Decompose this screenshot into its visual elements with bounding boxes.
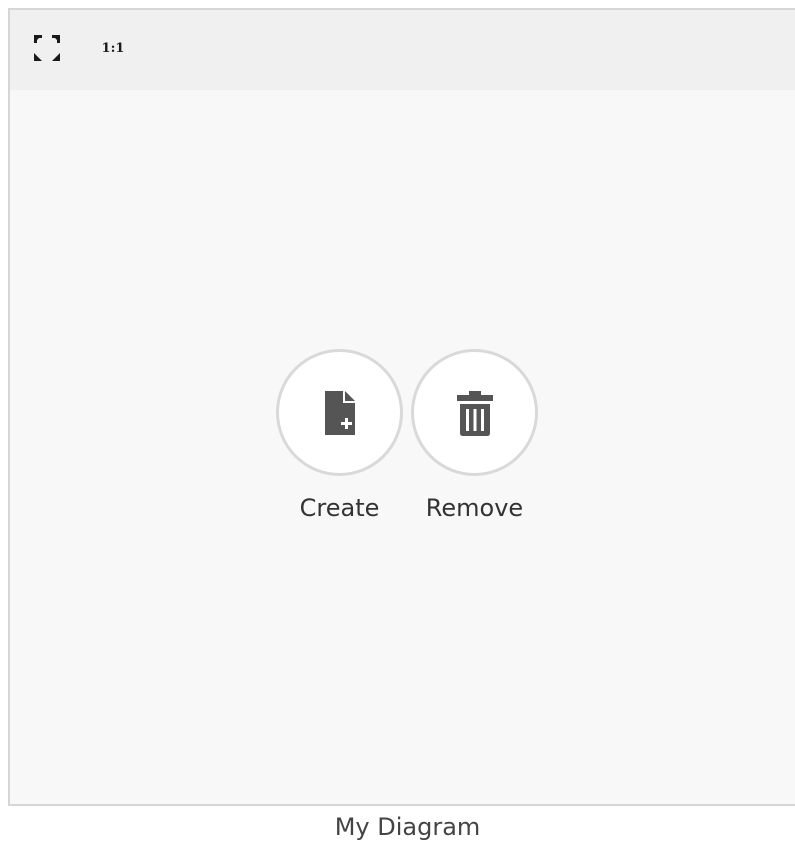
create-label: Create <box>299 494 380 522</box>
fullscreen-icon <box>34 35 60 61</box>
remove-circle[interactable] <box>411 349 538 476</box>
trash-icon <box>456 390 493 436</box>
remove-label: Remove <box>425 494 524 522</box>
create-circle[interactable] <box>276 349 403 476</box>
zoom-reset-button[interactable]: 1:1 <box>98 34 128 62</box>
remove-button[interactable]: Remove <box>411 349 538 522</box>
action-group: Create Remove <box>276 349 538 522</box>
create-button[interactable]: Create <box>276 349 403 522</box>
diagram-caption: My Diagram <box>334 813 481 841</box>
diagram-container: 1:1 Create Remove <box>8 8 795 806</box>
new-document-icon <box>324 390 355 435</box>
fullscreen-button[interactable] <box>32 34 62 62</box>
diagram-toolbar: 1:1 <box>10 10 795 90</box>
